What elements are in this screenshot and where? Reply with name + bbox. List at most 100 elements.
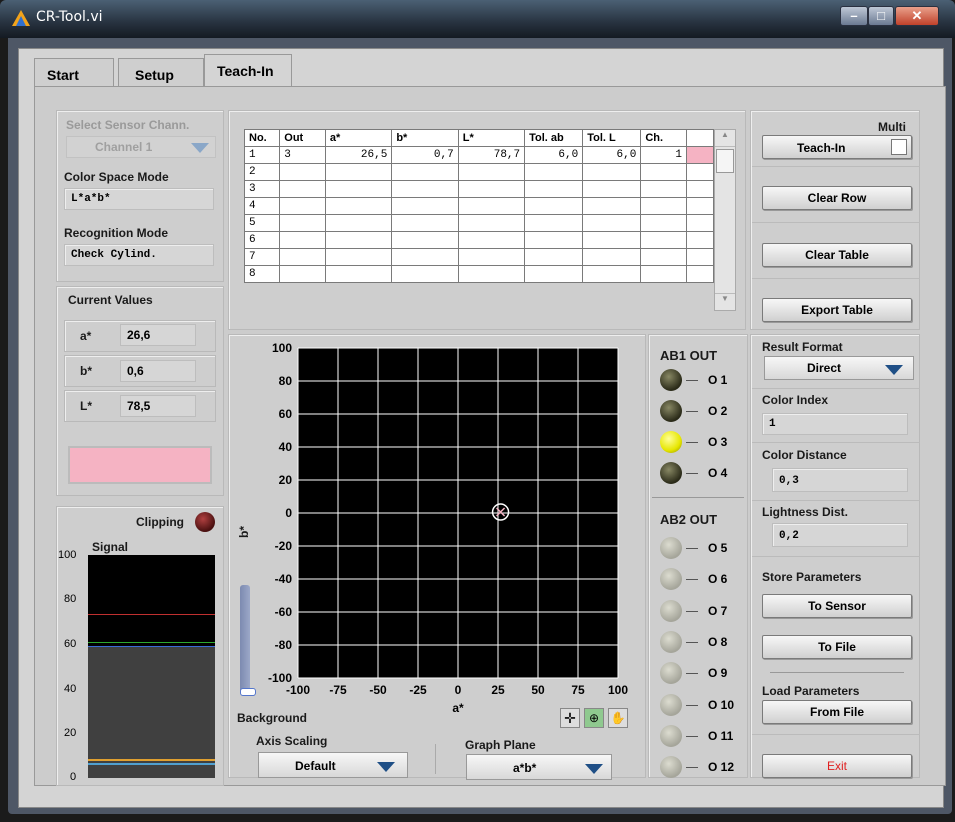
minimize-button[interactable]: – [840,6,868,26]
table-cell[interactable]: 7 [243,248,281,266]
table-cell[interactable] [640,163,687,181]
table-cell[interactable]: 1 [640,146,687,164]
table-cell[interactable]: 3 [279,146,326,164]
clear-row-button[interactable]: Clear Row [762,186,912,210]
table-cell[interactable]: 6,0 [524,146,584,164]
table-cell[interactable] [582,265,642,283]
table-row[interactable]: 8 [243,265,715,283]
table-cell[interactable] [279,248,326,266]
tab-start[interactable]: Start [34,58,114,88]
table-cell[interactable] [640,231,687,249]
to-sensor-button[interactable]: To Sensor [762,594,912,618]
table-cell[interactable] [391,248,459,266]
table-cell[interactable]: 5 [243,214,281,232]
table-cell[interactable] [279,214,326,232]
table-cell[interactable]: 1 [243,146,281,164]
table-row[interactable]: 7 [243,248,715,266]
table-row[interactable]: 1 3 26,5 0,7 78,7 6,0 6,0 1 [243,146,715,164]
background-slider[interactable] [240,585,250,695]
table-cell[interactable] [524,265,584,283]
table-cell[interactable] [457,214,526,232]
clear-table-button[interactable]: Clear Table [762,243,912,267]
table-cell[interactable] [524,214,584,232]
table-cell[interactable] [324,265,393,283]
table-cell[interactable] [391,231,459,249]
table-cell[interactable] [582,231,642,249]
table-cell[interactable]: 2 [243,163,281,181]
table-cell[interactable] [640,248,687,266]
teach-in-button[interactable]: Teach-In [762,135,912,159]
table-cell[interactable] [582,197,642,215]
table-cell[interactable]: 4 [243,197,281,215]
table-cell[interactable] [524,248,584,266]
table-row[interactable]: 6 [243,231,715,249]
ab-graph[interactable]: -100 -75 -50 -25 0 25 50 75 100 100 80 60 40 20 0 -20 -4… [236,340,640,724]
table-cell[interactable] [524,231,584,249]
pan-hand-icon[interactable]: ✋ [608,708,628,728]
graph-plane-select[interactable]: a*b* [466,754,612,780]
zoom-icon[interactable]: ⊕ [584,708,604,728]
table-cell[interactable] [457,265,526,283]
scroll-up-arrow[interactable]: ▲ [715,130,735,147]
table-cell[interactable] [324,197,393,215]
result-format-select[interactable]: Direct [764,356,914,380]
table-cell[interactable] [640,214,687,232]
table-cell[interactable] [457,248,526,266]
table-row[interactable]: 4 [243,197,715,215]
sensor-channel-select[interactable]: Channel 1 [66,136,216,158]
table-cell[interactable] [524,180,584,198]
table-cell[interactable] [279,197,326,215]
scroll-thumb[interactable] [716,149,734,173]
table-cell[interactable] [324,163,393,181]
table-cell[interactable] [582,214,642,232]
table-cell[interactable] [391,180,459,198]
tab-teach-in[interactable]: Teach-In [204,54,292,88]
table-scrollbar[interactable]: ▲ ▼ [714,129,736,311]
exit-button[interactable]: Exit [762,754,912,778]
multi-checkbox[interactable] [891,139,907,155]
background-slider-knob[interactable] [240,688,256,696]
table-cell[interactable] [324,248,393,266]
table-cell[interactable] [279,231,326,249]
table-cell[interactable] [457,163,526,181]
table-cell[interactable]: 8 [243,265,281,283]
table-cell[interactable]: 6 [243,231,281,249]
export-table-button[interactable]: Export Table [762,298,912,322]
table-cell[interactable] [582,248,642,266]
table-cell[interactable]: 3 [243,180,281,198]
table-cell[interactable] [279,163,326,181]
table-cell[interactable] [457,231,526,249]
table-cell[interactable] [324,180,393,198]
table-cell[interactable] [640,180,687,198]
table-cell[interactable]: 0,7 [391,146,459,164]
teach-in-table[interactable]: No. Out a* b* L* Tol. ab Tol. L Ch. 1 3 26,5 0,7 78… [243,129,715,283]
from-file-button[interactable]: From File [762,700,912,724]
crosshair-icon[interactable]: ✛ [560,708,580,728]
table-cell[interactable] [457,197,526,215]
table-row[interactable]: 2 [243,163,715,181]
table-cell[interactable] [391,163,459,181]
table-cell[interactable]: 78,7 [457,146,526,164]
to-file-button[interactable]: To File [762,635,912,659]
axis-scaling-select[interactable]: Default [258,752,408,778]
table-cell[interactable] [324,214,393,232]
table-cell[interactable] [391,197,459,215]
table-cell[interactable] [391,214,459,232]
table-row[interactable]: 5 [243,214,715,232]
table-row[interactable]: 3 [243,180,715,198]
table-cell[interactable] [640,265,687,283]
table-cell[interactable] [640,197,687,215]
table-cell[interactable] [279,180,326,198]
table-cell[interactable] [582,180,642,198]
maximize-button[interactable]: □ [868,6,894,26]
close-button[interactable]: ✕ [895,6,939,26]
table-cell[interactable]: 26,5 [324,146,393,164]
table-cell[interactable] [457,180,526,198]
table-cell[interactable] [582,163,642,181]
table-cell[interactable] [524,197,584,215]
tab-setup[interactable]: Setup [118,58,204,88]
table-cell[interactable]: 6,0 [582,146,642,164]
table-cell[interactable] [279,265,326,283]
table-cell[interactable] [391,265,459,283]
scroll-down-arrow[interactable]: ▼ [715,293,735,310]
